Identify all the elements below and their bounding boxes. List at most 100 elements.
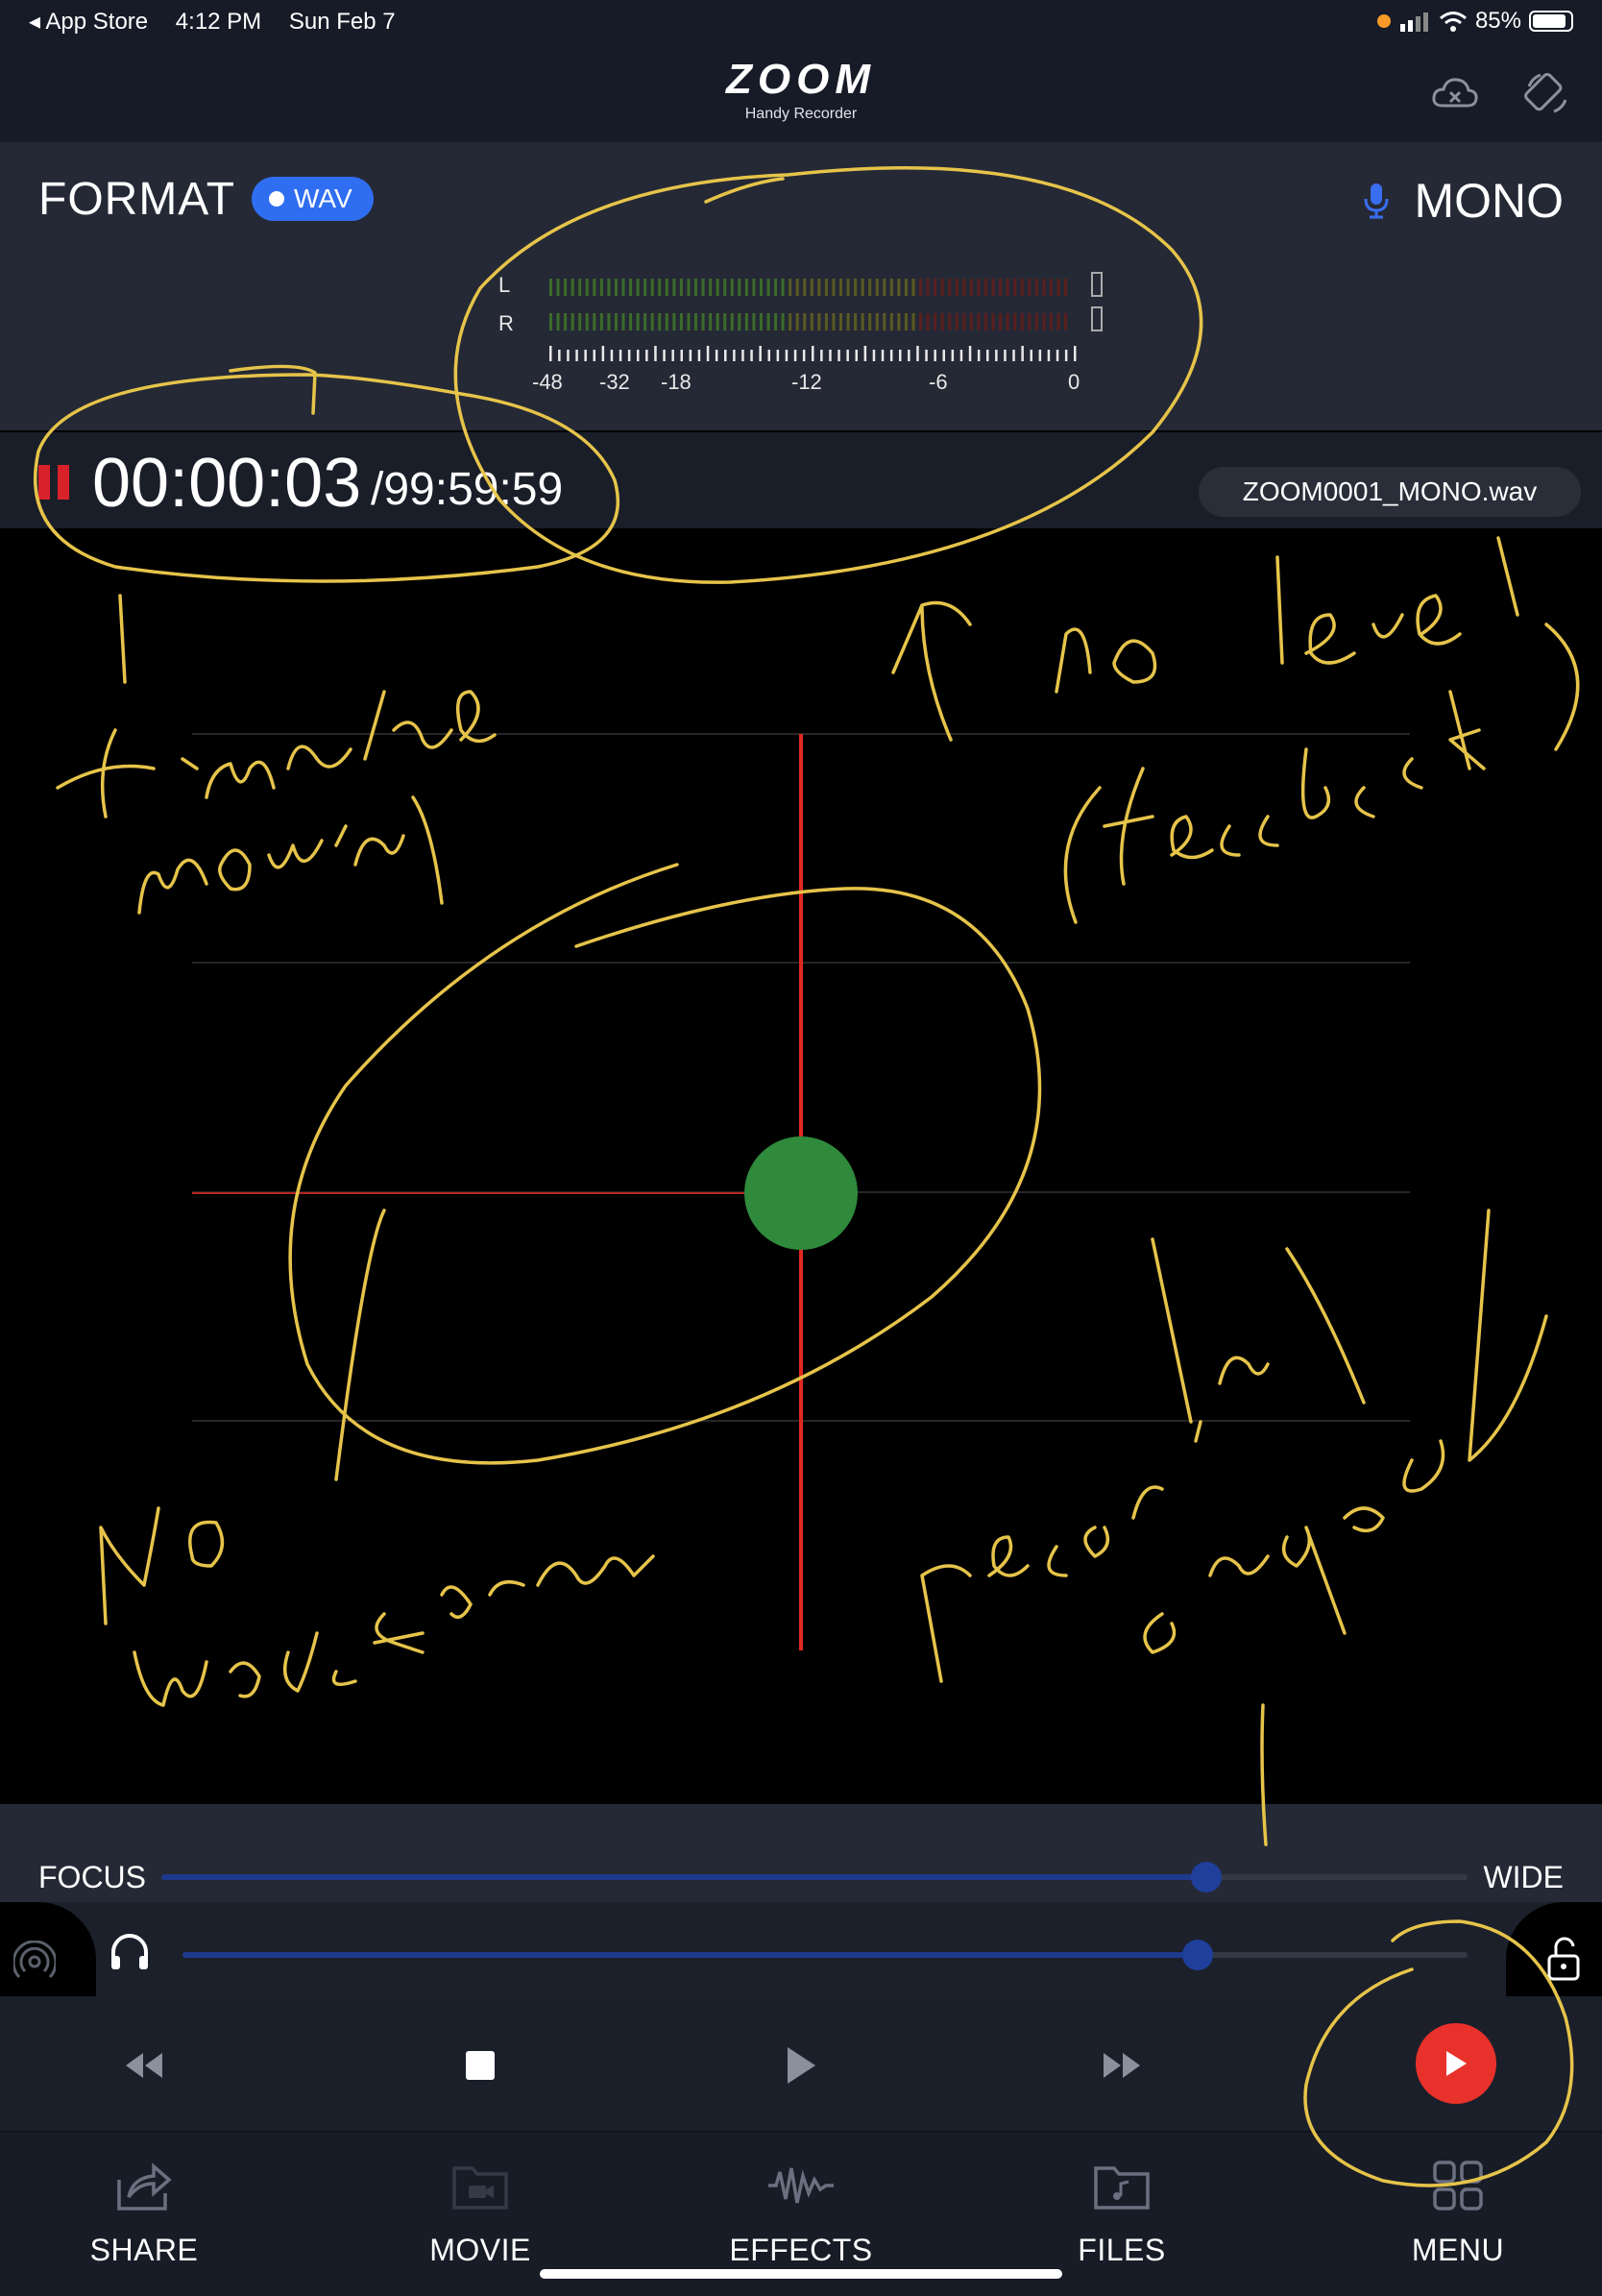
filename-pill[interactable]: ZOOM0001_MONO.wav (1199, 467, 1581, 517)
meter-segment (766, 279, 770, 296)
tab-movie[interactable]: MOVIE (336, 2152, 624, 2268)
meter-scale-tick (680, 350, 683, 361)
meter-scale-tick (1004, 350, 1007, 361)
meter-segment (868, 313, 872, 330)
meter-segment (643, 279, 647, 296)
fast-forward-icon (1104, 2053, 1140, 2078)
meter-segment (607, 279, 611, 296)
format-badge-label: WAV (294, 183, 352, 213)
meter-scale-tick (767, 350, 770, 361)
meter-segment (614, 279, 618, 296)
meter-segment (556, 279, 560, 296)
meter-segment (832, 313, 836, 330)
meter-segment (781, 313, 785, 330)
focus-slider-thumb[interactable] (1191, 1862, 1222, 1893)
meter-segment (593, 279, 596, 296)
meter-tick-label: 0 (1068, 370, 1080, 394)
channel-mode[interactable]: MONO (1364, 173, 1564, 229)
meter-segment (709, 279, 713, 296)
meter-scale-tick (654, 346, 657, 361)
meter-segment (658, 313, 662, 330)
meter-segment (969, 313, 973, 330)
meter-segment (687, 313, 691, 330)
battery-percent: 85% (1474, 8, 1521, 34)
monitor-volume-slider[interactable] (182, 1952, 1468, 1958)
format-badge[interactable]: WAV (252, 177, 374, 221)
meter-scale-tick (1021, 346, 1024, 361)
tab-share[interactable]: SHARE (0, 2152, 288, 2268)
rotate-lock-icon[interactable] (1521, 67, 1573, 119)
meter-scale-tick (829, 350, 832, 361)
meter-scale-tick (934, 350, 936, 361)
meter-scale-tick (942, 350, 945, 361)
focus-slider[interactable] (161, 1874, 1468, 1880)
meter-segment (578, 279, 582, 296)
meter-segment (904, 279, 908, 296)
record-button[interactable] (1416, 2023, 1496, 2104)
meter-segment (730, 313, 734, 330)
meter-segment (643, 313, 647, 330)
meter-segment (926, 279, 930, 296)
meter-scale-tick (627, 350, 631, 361)
meter-scale-tick (793, 350, 797, 361)
meter-scale-tick (881, 350, 885, 361)
meter-scale-tick (1074, 346, 1077, 361)
meter-segment (629, 279, 633, 296)
meter-segment (636, 279, 640, 296)
meter-segment (911, 313, 915, 330)
meter-segment (977, 313, 981, 330)
total-time: /99:59:59 (371, 464, 564, 515)
tab-menu[interactable]: MENU (1314, 2152, 1602, 2268)
meter-segment (934, 279, 937, 296)
meter-segment (839, 279, 842, 296)
mic-in-use-indicator (1376, 14, 1391, 28)
meter-segment (991, 313, 995, 330)
meter-segment (564, 313, 568, 330)
meter-scale-tick (776, 350, 780, 361)
volume-slider-thumb[interactable] (1182, 1940, 1214, 1970)
meter-segment (789, 279, 792, 296)
tab-effects[interactable]: EFFECTS (657, 2152, 945, 2268)
meter-scale-tick (899, 350, 902, 361)
meter-segment (1028, 279, 1032, 296)
meter-scale-tick (575, 350, 578, 361)
cloud-icon[interactable] (1429, 67, 1481, 119)
meter-segment (701, 313, 705, 330)
waveform-area[interactable] (0, 530, 1602, 1804)
fast-forward-button[interactable] (1083, 2027, 1160, 2104)
meter-scale-tick (671, 350, 674, 361)
meter-segment (962, 313, 966, 330)
meter-segment (570, 279, 574, 296)
stop-button[interactable] (442, 2027, 519, 2104)
meter-scale-tick (837, 350, 840, 361)
meter-segment (556, 313, 560, 330)
meter-scale-tick (663, 350, 666, 361)
play-button[interactable] (763, 2027, 839, 2104)
filename: ZOOM0001_MONO.wav (1242, 476, 1538, 506)
meter-segment (781, 279, 785, 296)
unlock-icon[interactable] (1544, 1937, 1583, 1986)
meter-scale-tick (715, 350, 718, 361)
rewind-button[interactable] (106, 2027, 182, 2104)
meter-segment (730, 279, 734, 296)
meter-segment (824, 279, 828, 296)
meter-segment (1028, 313, 1032, 330)
meter-segment (564, 279, 568, 296)
volume-slider-fill (182, 1952, 1199, 1958)
meter-segment (578, 313, 582, 330)
back-to-app-link[interactable]: ◂ App Store (29, 9, 148, 35)
meter-segment (738, 279, 741, 296)
meter-segment (774, 313, 778, 330)
meter-segment (744, 313, 748, 330)
meter-segment (1042, 313, 1046, 330)
meter-scale-tick (619, 350, 622, 361)
movie-folder-icon (452, 2166, 508, 2210)
home-indicator[interactable] (540, 2269, 1062, 2279)
files-folder-icon (1094, 2166, 1150, 2210)
meter-segment (991, 279, 995, 296)
airplay-icon[interactable] (12, 1940, 58, 1988)
microphone-icon (1364, 183, 1389, 219)
tab-files[interactable]: FILES (978, 2152, 1266, 2268)
tab-label: MOVIE (429, 2233, 531, 2267)
meter-segment (1020, 313, 1024, 330)
